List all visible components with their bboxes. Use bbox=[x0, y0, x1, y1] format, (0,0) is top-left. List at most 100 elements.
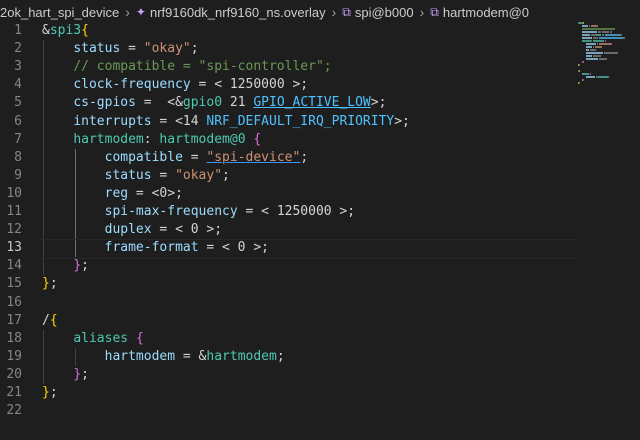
minimap-line bbox=[602, 31, 609, 33]
code-token: = & bbox=[175, 348, 207, 364]
code-token: = < bbox=[190, 77, 230, 93]
code-text: frame-format = < 0 >; bbox=[42, 239, 269, 257]
minimap-line bbox=[602, 34, 604, 36]
code-token: ; bbox=[81, 258, 89, 274]
code-editor[interactable]: 1 &spi3{2 status = "okay"; 3 // compatible… bbox=[0, 22, 640, 440]
minimap-line bbox=[582, 34, 590, 36]
code-token: cs-gpios bbox=[73, 95, 136, 111]
minimap-line bbox=[604, 52, 618, 54]
line-number: 22 bbox=[6, 403, 22, 419]
code-text: }; bbox=[42, 366, 89, 384]
code-text: compatible = "spi-device"; bbox=[42, 149, 309, 167]
code-token: ; bbox=[276, 348, 285, 364]
line-number: 1 bbox=[14, 23, 22, 38]
minimap-line bbox=[589, 25, 590, 27]
line-number: 17 bbox=[6, 312, 22, 328]
minimap-line bbox=[610, 31, 612, 33]
code-token: = bbox=[120, 41, 144, 57]
code-token: frame-format bbox=[104, 240, 199, 256]
minimap-line bbox=[605, 34, 620, 36]
code-token: = < 1250000 >; bbox=[237, 204, 356, 219]
minimap-line bbox=[586, 76, 595, 78]
code-token: { bbox=[81, 23, 89, 38]
minimap-line bbox=[591, 40, 592, 42]
code-text: hartmodem: hartmodem@0 { bbox=[42, 131, 261, 149]
code-token: >; bbox=[394, 113, 410, 129]
minimap-line bbox=[582, 40, 591, 42]
minimap-line bbox=[599, 58, 607, 60]
minimap-line bbox=[605, 40, 606, 42]
minimap-line bbox=[586, 49, 589, 51]
code-token: status bbox=[104, 167, 152, 183]
node-icon: ⧉ bbox=[430, 4, 439, 19]
line-number: 9 bbox=[14, 167, 22, 183]
code-text: }; bbox=[42, 257, 89, 275]
code-token: >; bbox=[370, 95, 387, 111]
code-text: &spi3{ bbox=[42, 22, 89, 40]
code-token: } bbox=[73, 258, 82, 274]
line-number: 11 bbox=[6, 204, 22, 219]
minimap-line bbox=[586, 43, 596, 45]
code-token: { bbox=[135, 330, 144, 346]
minimap-line bbox=[586, 46, 592, 48]
code-text: clock-frequency = < 1250000 >; bbox=[42, 76, 308, 94]
code-token: "spi-device" bbox=[206, 149, 301, 165]
minimap[interactable] bbox=[578, 22, 628, 92]
code-token: // compatible = "spi-controller"; bbox=[73, 59, 332, 75]
line-number: 14 bbox=[6, 258, 22, 274]
minimap-line bbox=[590, 49, 596, 51]
minimap-line bbox=[593, 40, 604, 42]
chevron-right-icon: › bbox=[419, 4, 425, 20]
code-token: compatible bbox=[104, 149, 183, 165]
minimap-line bbox=[598, 31, 601, 33]
code-token: ; bbox=[81, 366, 89, 382]
code-token: ; bbox=[222, 167, 230, 183]
breadcrumb-item[interactable]: 2ok_hart_spi_device bbox=[0, 5, 119, 20]
code-token: } bbox=[42, 385, 50, 400]
line-number: 8 bbox=[14, 149, 22, 165]
minimap-line bbox=[586, 52, 603, 54]
minimap-line bbox=[582, 25, 588, 27]
breadcrumb-label: hartmodem@0 bbox=[442, 4, 530, 20]
code-text: aliases { bbox=[42, 330, 144, 348]
code-token: & bbox=[42, 23, 50, 38]
line-number: 2 bbox=[14, 41, 22, 57]
minimap-line bbox=[590, 73, 591, 75]
chevron-right-icon: › bbox=[125, 4, 130, 20]
line-number: 13 bbox=[6, 240, 22, 256]
breadcrumb-label: spi@b000 bbox=[354, 4, 414, 20]
code-token: ; bbox=[300, 149, 309, 165]
minimap-line bbox=[599, 76, 608, 78]
code-token: GPIO_ACTIVE_LOW bbox=[253, 95, 371, 111]
minimap-line bbox=[586, 55, 592, 57]
code-token: { bbox=[49, 312, 58, 328]
minimap-line bbox=[623, 37, 625, 39]
line-number: 6 bbox=[14, 113, 22, 129]
minimap-line bbox=[582, 28, 615, 30]
code-token: } bbox=[73, 366, 82, 382]
code-token: interrupts bbox=[73, 113, 152, 129]
minimap-line bbox=[593, 55, 601, 57]
line-number: 7 bbox=[14, 131, 22, 147]
breadcrumb-item[interactable]: ⧉ hartmodem@0 bbox=[430, 5, 529, 20]
line-number: 5 bbox=[14, 95, 22, 111]
code-token: clock-frequency bbox=[73, 77, 191, 93]
code-token: = <& bbox=[135, 95, 183, 111]
minimap-line bbox=[582, 73, 589, 75]
breadcrumb-label: nrf9160dk_nrf9160_ns.overlay bbox=[149, 4, 326, 20]
minimap-line bbox=[586, 58, 598, 60]
code-text: // compatible = "spi-controller"; bbox=[42, 58, 332, 76]
breadcrumb-item[interactable]: ⧉ spi@b000 bbox=[342, 5, 413, 20]
minimap-line bbox=[579, 64, 580, 66]
breadcrumb-item[interactable]: ✦ nrf9160dk_nrf9160_ns.overlay bbox=[136, 5, 326, 20]
code-token: >; bbox=[284, 77, 309, 93]
code-token: ; bbox=[190, 41, 199, 57]
code-token: : bbox=[143, 131, 160, 147]
